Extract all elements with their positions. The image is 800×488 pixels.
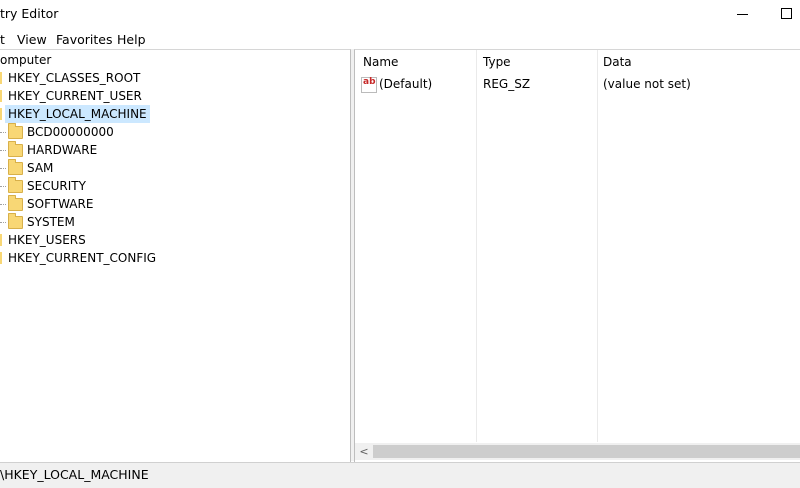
status-path: \HKEY_LOCAL_MACHINE	[0, 467, 149, 482]
column-divider	[476, 50, 477, 442]
folder-icon	[0, 252, 2, 264]
tree-connector	[0, 168, 6, 169]
folder-icon	[0, 72, 2, 84]
tree-item-hkey-users[interactable]: HKEY_USERS	[0, 231, 340, 249]
folder-icon	[8, 159, 23, 175]
folder-icon	[8, 195, 23, 211]
folder-icon	[8, 141, 23, 157]
value-name: (Default)	[379, 77, 433, 91]
tree-item-system[interactable]: SYSTEM	[0, 213, 340, 231]
folder-icon	[8, 213, 23, 229]
tree-item-hkey-classes-root[interactable]: HKEY_CLASSES_ROOT	[0, 69, 340, 87]
scrollbar-thumb[interactable]	[373, 445, 800, 458]
tree-item-label: SYSTEM	[27, 215, 75, 229]
minimize-button[interactable]	[719, 0, 765, 30]
tree-item-label: HKEY_LOCAL_MACHINE	[5, 105, 150, 123]
tree-connector	[0, 150, 6, 151]
value-type: REG_SZ	[483, 77, 531, 91]
tree-item-label: SAM	[27, 161, 54, 175]
tree-item-hkey-current-user[interactable]: HKEY_CURRENT_USER	[0, 87, 340, 105]
column-header-data[interactable]: Data	[603, 55, 632, 69]
folder-icon	[0, 90, 2, 102]
tree-item-bcd00000000[interactable]: BCD00000000	[0, 123, 340, 141]
maximize-button[interactable]	[765, 0, 800, 30]
tree-root-computer[interactable]: omputer	[0, 51, 340, 69]
menu-view[interactable]: View	[17, 32, 47, 47]
tree-item-software[interactable]: SOFTWARE	[0, 195, 340, 213]
tree-connector	[0, 132, 6, 133]
tree-item-label: HKEY_CLASSES_ROOT	[8, 71, 141, 85]
menu-edit[interactable]: t	[0, 32, 5, 47]
tree-item-label: BCD00000000	[27, 125, 114, 139]
column-header-type[interactable]: Type	[483, 55, 511, 69]
tree-item-label: HKEY_CURRENT_CONFIG	[8, 251, 157, 265]
scroll-left-icon[interactable]: <	[357, 444, 371, 459]
tree-item-label: SECURITY	[27, 179, 86, 193]
folder-icon	[0, 234, 2, 246]
menu-favorites[interactable]: Favorites	[56, 32, 112, 47]
tree-connector	[0, 204, 6, 205]
column-header-name[interactable]: Name	[363, 55, 398, 69]
tree-item-label: SOFTWARE	[27, 197, 94, 211]
values-list[interactable]: Name Type Data ab (Default) REG_SZ (valu…	[354, 49, 800, 462]
tree-item-label: HKEY_CURRENT_USER	[8, 89, 142, 103]
key-tree[interactable]: omputer HKEY_CLASSES_ROOT HKEY_CURRENT_U…	[0, 49, 351, 462]
menu-bar: t View Favorites Help	[0, 30, 800, 49]
tree-item-sam[interactable]: SAM	[0, 159, 340, 177]
folder-icon	[0, 108, 2, 120]
folder-icon	[8, 123, 23, 139]
tree-connector	[0, 222, 6, 223]
window-title: try Editor	[0, 6, 59, 21]
menu-help[interactable]: Help	[117, 32, 146, 47]
tree-root-label: omputer	[0, 53, 52, 67]
title-bar: try Editor	[0, 0, 800, 30]
horizontal-scrollbar[interactable]: <	[355, 443, 800, 460]
status-bar: \HKEY_LOCAL_MACHINE	[0, 462, 800, 488]
tree-connector	[0, 186, 6, 187]
tree-item-hkey-current-config[interactable]: HKEY_CURRENT_CONFIG	[0, 249, 340, 267]
folder-icon	[8, 177, 23, 193]
tree-item-label: HKEY_USERS	[8, 233, 86, 247]
tree-item-hkey-local-machine[interactable]: HKEY_LOCAL_MACHINE	[0, 105, 340, 123]
tree-item-hardware[interactable]: HARDWARE	[0, 141, 340, 159]
tree-item-security[interactable]: SECURITY	[0, 177, 340, 195]
tree-item-label: HARDWARE	[27, 143, 98, 157]
value-data: (value not set)	[603, 77, 691, 91]
column-divider	[597, 50, 598, 442]
string-value-icon: ab	[361, 77, 377, 93]
